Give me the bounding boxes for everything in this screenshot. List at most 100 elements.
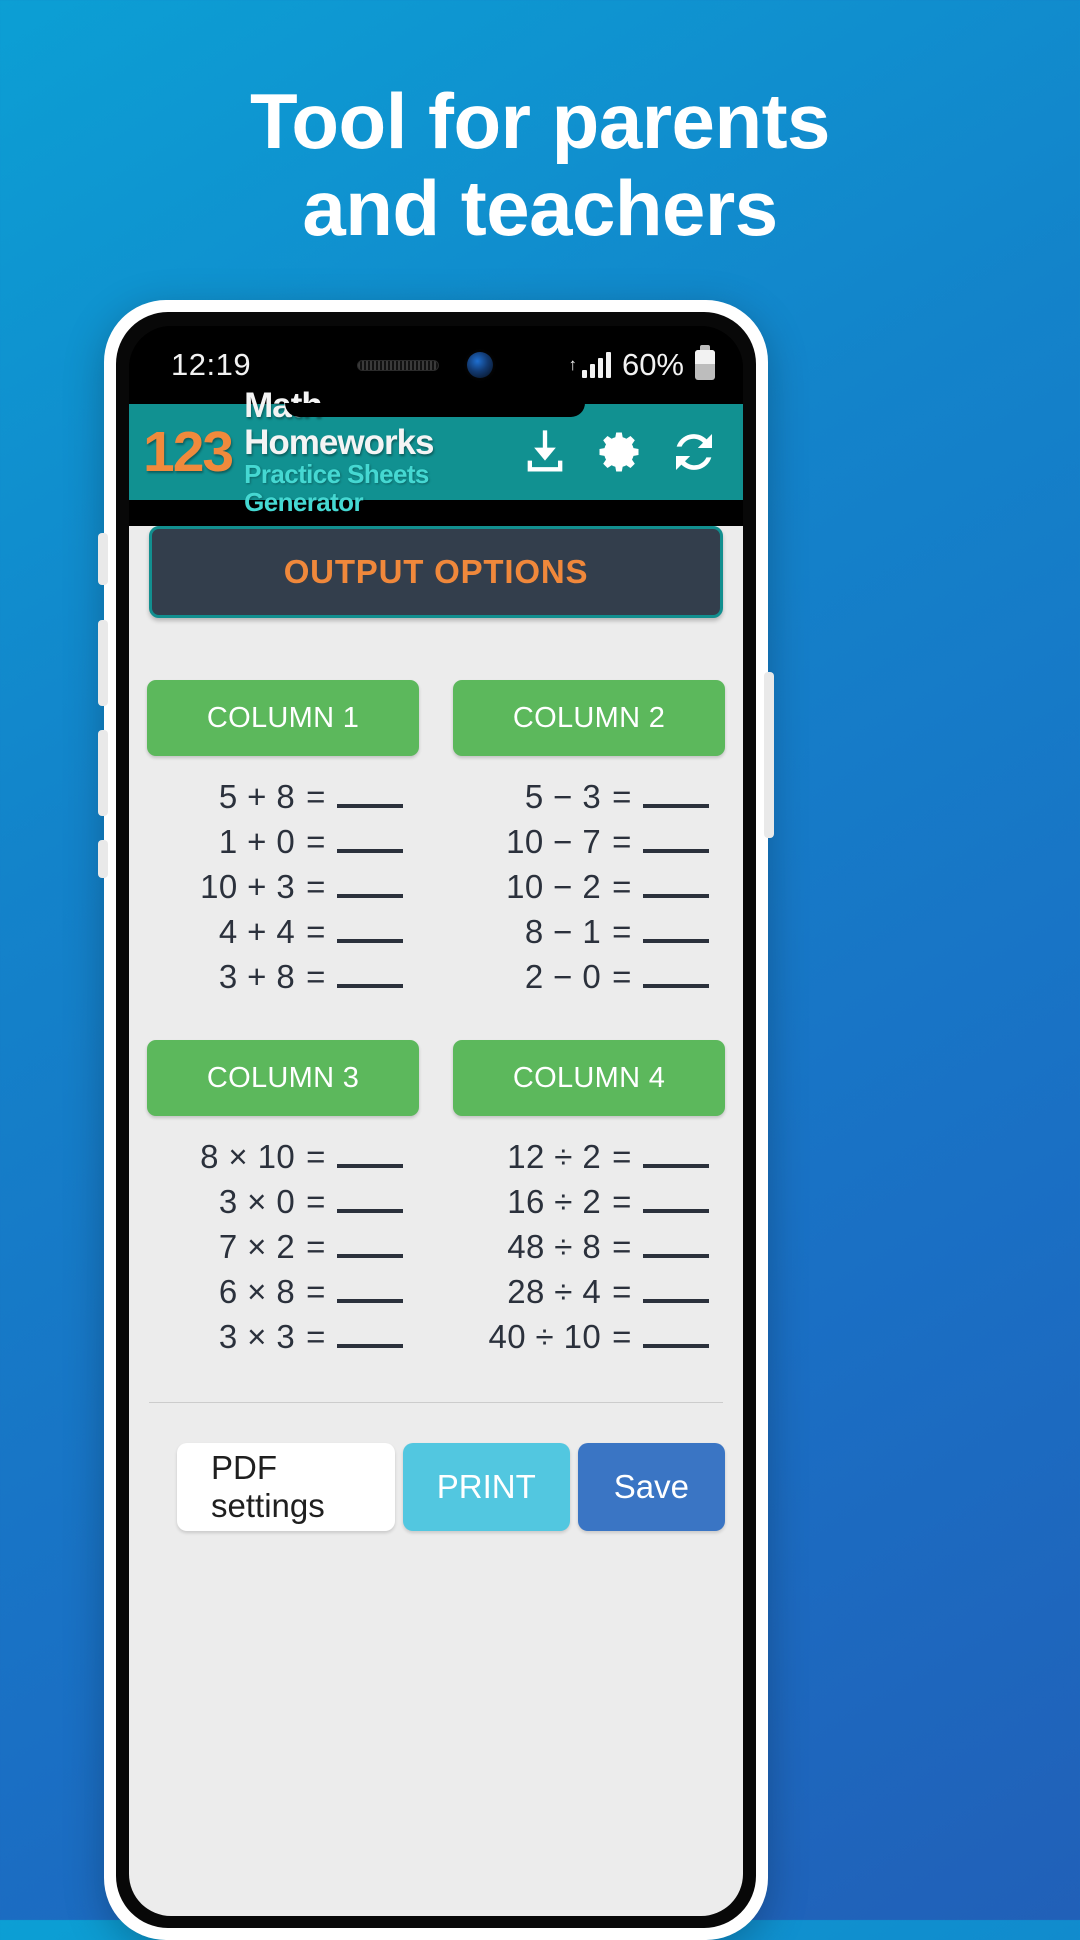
column-block-4: COLUMN 4 12 ÷ 2 = 16 ÷ 2 = 48 ÷ 8 = 28 ÷… <box>453 1040 725 1356</box>
app-subtitle: Practice Sheets Generator <box>244 459 429 517</box>
problem-row: 6 × 8 = <box>157 1273 409 1311</box>
answer-blank <box>642 784 709 808</box>
answer-blank <box>642 964 709 988</box>
equals-sign: = <box>612 913 632 950</box>
problem-row: 40 ÷ 10 = <box>463 1318 715 1356</box>
column-row-spacer <box>147 996 419 1040</box>
answer-blank <box>336 919 403 943</box>
problem-expression: 3 + 8 <box>218 958 296 995</box>
problem-list-3: 8 × 10 = 3 × 0 = 7 × 2 = 6 × 8 = 3 × 3 = <box>147 1116 419 1356</box>
phone-volume-down-button <box>98 730 108 816</box>
column-header-2[interactable]: COLUMN 2 <box>453 680 725 756</box>
answer-blank <box>336 1144 403 1168</box>
problem-row: 4 + 4 = <box>157 913 409 951</box>
column-header-1[interactable]: COLUMN 1 <box>147 680 419 756</box>
answer-blank <box>642 1279 709 1303</box>
equals-sign: = <box>306 823 326 860</box>
app-header: 123 Math Homeworks Practice Sheets Gener… <box>129 387 743 515</box>
column-header-4[interactable]: COLUMN 4 <box>453 1040 725 1116</box>
answer-blank <box>336 1189 403 1213</box>
equals-sign: = <box>306 913 326 950</box>
app-title: Math Homeworks <box>244 385 434 462</box>
header-actions <box>519 425 727 479</box>
answer-blank <box>642 1189 709 1213</box>
problem-list-1: 5 + 8 = 1 + 0 = 10 + 3 = 4 + 4 = 3 + 8 = <box>147 756 419 996</box>
problem-row: 2 − 0 = <box>463 958 715 996</box>
data-transfer-icon: ↑ <box>568 355 577 374</box>
problem-expression: 8 − 1 <box>524 913 602 950</box>
equals-sign: = <box>306 958 326 995</box>
phone-mockup: 12:19 ↑ 60% 123 Math Homeworks Practice … <box>104 300 768 1940</box>
status-indicators: ↑ 60% <box>568 345 715 383</box>
problem-expression: 40 ÷ 10 <box>488 1318 602 1355</box>
columns-grid: COLUMN 1 5 + 8 = 1 + 0 = 10 + 3 = 4 + 4 … <box>147 680 725 1356</box>
problem-expression: 6 × 8 <box>218 1273 296 1310</box>
equals-sign: = <box>612 1228 632 1265</box>
save-button[interactable]: Save <box>577 1443 725 1531</box>
column-block-1: COLUMN 1 5 + 8 = 1 + 0 = 10 + 3 = 4 + 4 … <box>147 680 419 996</box>
section-divider <box>149 1402 723 1403</box>
print-button[interactable]: PRINT <box>402 1443 570 1531</box>
refresh-icon[interactable] <box>667 425 721 479</box>
download-icon[interactable] <box>519 426 571 478</box>
problem-row: 5 + 8 = <box>157 778 409 816</box>
problem-expression: 12 ÷ 2 <box>507 1138 602 1175</box>
promo-headline-line2: and teachers <box>302 164 778 253</box>
problem-row: 8 − 1 = <box>463 913 715 951</box>
answer-blank <box>642 1324 709 1348</box>
problem-row: 1 + 0 = <box>157 823 409 861</box>
problem-expression: 48 ÷ 8 <box>507 1228 602 1265</box>
problem-row: 12 ÷ 2 = <box>463 1138 715 1176</box>
equals-sign: = <box>306 868 326 905</box>
answer-blank <box>642 919 709 943</box>
problem-expression: 3 × 0 <box>218 1183 296 1220</box>
answer-blank <box>336 964 403 988</box>
problem-row: 5 − 3 = <box>463 778 715 816</box>
column-header-3[interactable]: COLUMN 3 <box>147 1040 419 1116</box>
answer-blank <box>642 829 709 853</box>
front-camera-icon <box>467 352 493 378</box>
problem-expression: 8 × 10 <box>200 1138 296 1175</box>
answer-blank <box>336 829 403 853</box>
status-time: 12:19 <box>171 347 252 382</box>
equals-sign: = <box>306 778 326 815</box>
equals-sign: = <box>306 1228 326 1265</box>
battery-icon <box>695 345 715 380</box>
problem-row: 48 ÷ 8 = <box>463 1228 715 1266</box>
problem-expression: 2 − 0 <box>524 958 602 995</box>
answer-blank <box>336 1234 403 1258</box>
problem-expression: 5 − 3 <box>524 778 602 815</box>
gear-icon[interactable] <box>593 426 645 478</box>
equals-sign: = <box>612 958 632 995</box>
problem-expression: 10 + 3 <box>200 868 296 905</box>
output-options-button[interactable]: OUTPUT OPTIONS <box>149 526 723 618</box>
column-block-2: COLUMN 2 5 − 3 = 10 − 7 = 10 − 2 = 8 − 1… <box>453 680 725 996</box>
column-block-3: COLUMN 3 8 × 10 = 3 × 0 = 7 × 2 = 6 × 8 … <box>147 1040 419 1356</box>
equals-sign: = <box>306 1183 326 1220</box>
problem-expression: 10 − 2 <box>506 868 602 905</box>
equals-sign: = <box>612 778 632 815</box>
problem-expression: 7 × 2 <box>218 1228 296 1265</box>
problem-row: 10 − 2 = <box>463 868 715 906</box>
problem-expression: 16 ÷ 2 <box>507 1183 602 1220</box>
promo-headline: Tool for parents and teachers <box>0 77 1080 253</box>
equals-sign: = <box>612 868 632 905</box>
problem-row: 3 × 0 = <box>157 1183 409 1221</box>
problem-row: 8 × 10 = <box>157 1138 409 1176</box>
equals-sign: = <box>612 1318 632 1355</box>
signal-bars-icon <box>581 352 611 378</box>
phone-power-button <box>764 672 774 838</box>
answer-blank <box>336 874 403 898</box>
phone-volume-up-button <box>98 620 108 706</box>
problem-expression: 4 + 4 <box>218 913 296 950</box>
answer-blank <box>642 1234 709 1258</box>
equals-sign: = <box>306 1318 326 1355</box>
promo-headline-line1: Tool for parents <box>250 77 830 165</box>
problem-expression: 28 ÷ 4 <box>507 1273 602 1310</box>
phone-side-button <box>98 840 108 878</box>
problem-row: 10 + 3 = <box>157 868 409 906</box>
answer-blank <box>336 784 403 808</box>
pdf-settings-button[interactable]: PDF settings <box>177 1443 395 1531</box>
app-logo-number: 123 <box>143 419 234 484</box>
problem-expression: 10 − 7 <box>506 823 602 860</box>
